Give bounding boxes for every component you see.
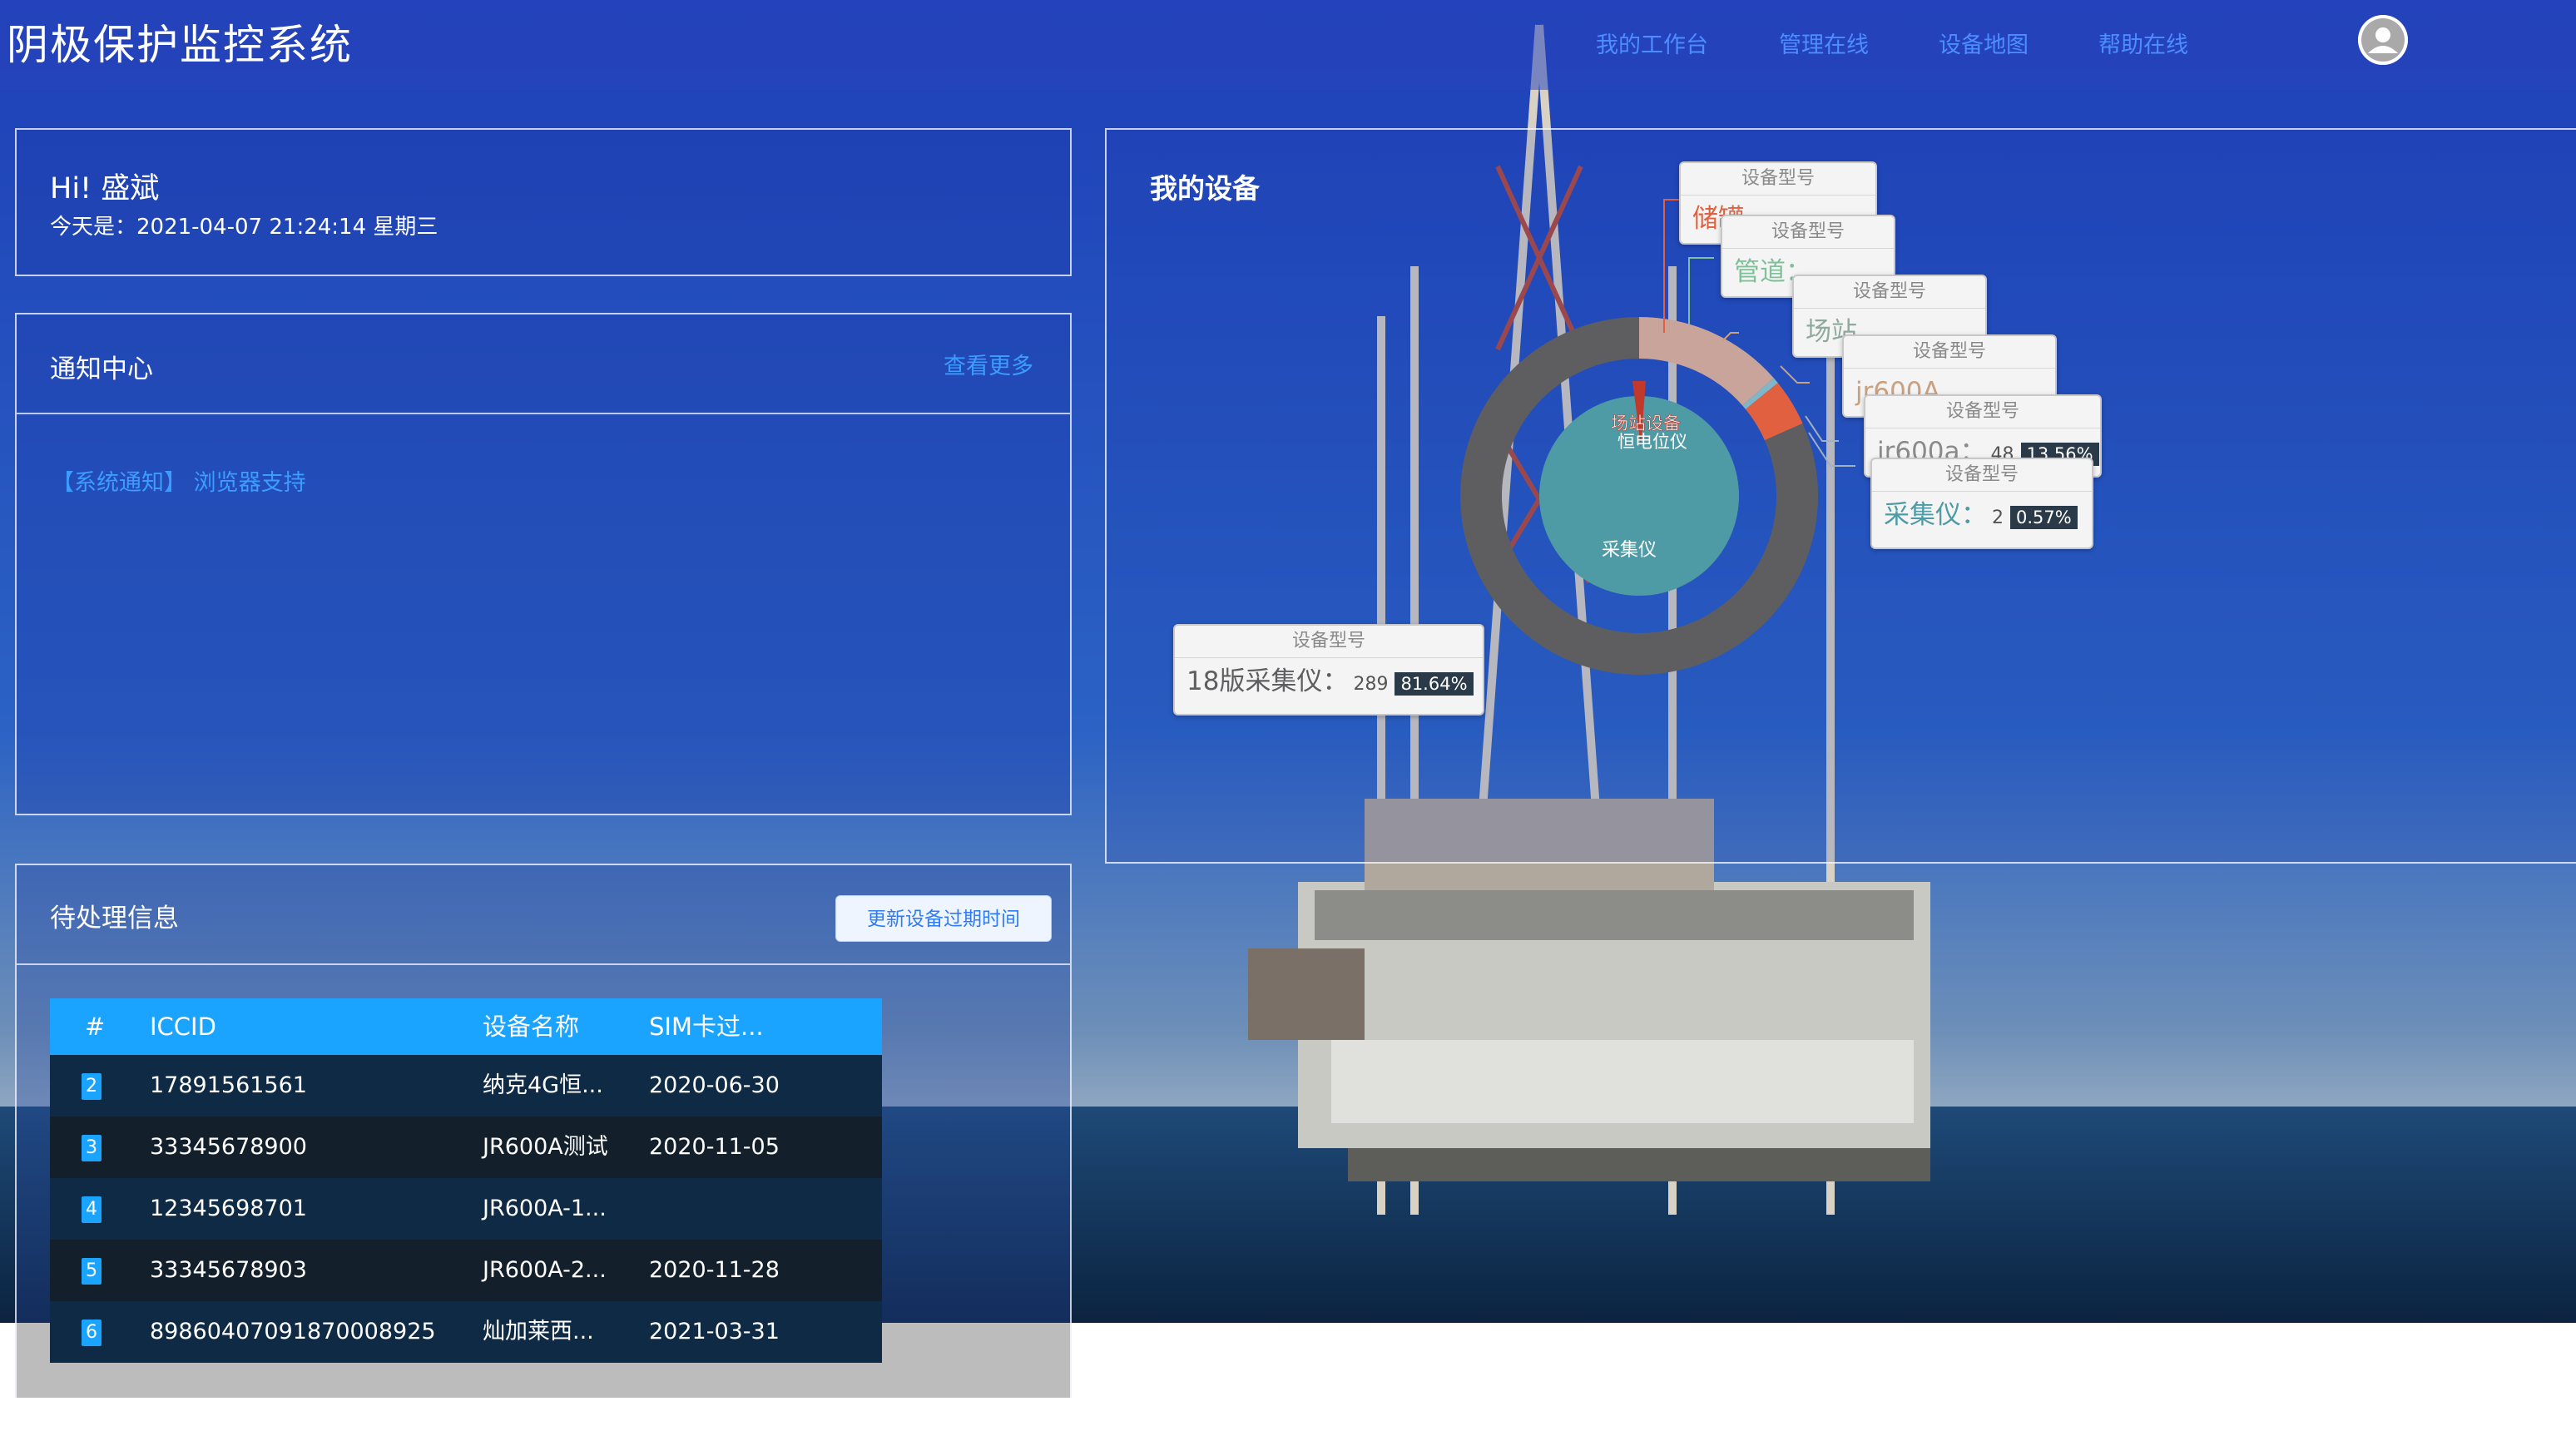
update-expiry-button[interactable]: 更新设备过期时间 bbox=[835, 895, 1052, 942]
table-row[interactable]: 5 33345678903 JR600A-2... 2020-11-28 bbox=[50, 1240, 882, 1301]
table-row[interactable]: 4 12345698701 JR600A-1... bbox=[50, 1178, 882, 1240]
row-device-name: JR600A-1... bbox=[483, 1196, 607, 1221]
tooltip-count: 289 bbox=[1353, 674, 1389, 695]
tooltip-header: 设备型号 bbox=[1844, 336, 2055, 369]
table-row[interactable]: 2 17891561561 纳克4G恒... 2020-06-30 bbox=[50, 1055, 882, 1117]
tooltip-percent: 0.57% bbox=[2010, 506, 2078, 529]
inner-label-collector: 采集仪 bbox=[1602, 540, 1657, 561]
notification-panel: 通知中心 查看更多 【系统通知】 浏览器支持 bbox=[15, 313, 1072, 815]
tooltip-header: 设备型号 bbox=[1722, 216, 1894, 249]
row-device-name: JR600A-2... bbox=[483, 1257, 607, 1283]
column-header-index: # bbox=[85, 1013, 106, 1041]
tooltip-name: 采集仪： bbox=[1884, 500, 1987, 530]
greeting-name: Hi! 盛斌 bbox=[50, 172, 160, 205]
table-row[interactable]: 3 33345678900 JR600A测试 2020-11-05 bbox=[50, 1117, 882, 1178]
row-sim-expiry: 2021-03-31 bbox=[649, 1319, 780, 1344]
table-row[interactable]: 6 89860407091870008925 灿加莱西... 2021-03-3… bbox=[50, 1301, 882, 1363]
view-more-link[interactable]: 查看更多 bbox=[944, 348, 1033, 380]
tooltip-header: 设备型号 bbox=[1681, 163, 1875, 196]
row-sim-expiry: 2020-11-05 bbox=[649, 1134, 780, 1160]
panel-divider bbox=[17, 963, 1070, 965]
row-index-badge: 4 bbox=[82, 1196, 102, 1223]
row-iccid: 17891561561 bbox=[150, 1072, 307, 1098]
row-iccid: 33345678903 bbox=[150, 1257, 307, 1283]
table-header: # ICCID 设备名称 SIM卡过... bbox=[50, 998, 882, 1055]
devices-title: 我的设备 bbox=[1150, 172, 1260, 205]
tooltip-name: 18版采集仪： bbox=[1186, 666, 1349, 696]
column-header-sim-expiry[interactable]: SIM卡过... bbox=[649, 998, 764, 1055]
row-iccid: 89860407091870008925 bbox=[150, 1319, 436, 1344]
top-header: 阴极保护监控系统 我的工作台 管理在线 设备地图 帮助在线 bbox=[0, 0, 2576, 90]
row-sim-expiry: 2020-11-28 bbox=[649, 1257, 780, 1283]
user-avatar-icon[interactable] bbox=[2358, 15, 2408, 65]
tooltip-header: 设备型号 bbox=[1794, 276, 1985, 309]
row-index-badge: 5 bbox=[82, 1258, 102, 1285]
panel-divider bbox=[17, 413, 1070, 414]
tooltip-device-type: 设备型号 18版采集仪： 289 81.64% bbox=[1173, 624, 1484, 716]
row-iccid: 12345698701 bbox=[150, 1196, 307, 1221]
notification-title: 通知中心 bbox=[50, 354, 153, 384]
column-header-iccid[interactable]: ICCID bbox=[150, 998, 216, 1055]
greeting-panel: Hi! 盛斌 今天是：2021-04-07 21:24:14 星期三 bbox=[15, 128, 1072, 276]
app-title: 阴极保护监控系统 bbox=[7, 21, 353, 69]
nav-my-workbench[interactable]: 我的工作台 bbox=[1596, 27, 1708, 59]
row-index-badge: 6 bbox=[82, 1320, 102, 1346]
notice-item[interactable]: 【系统通知】 浏览器支持 bbox=[52, 464, 306, 497]
row-sim-expiry: 2020-06-30 bbox=[649, 1072, 780, 1098]
tooltip-device-type: 设备型号 采集仪： 2 0.57% bbox=[1870, 458, 2093, 549]
row-device-name: 灿加莱西... bbox=[483, 1319, 594, 1344]
tooltip-header: 设备型号 bbox=[1872, 459, 2092, 492]
row-index-badge: 3 bbox=[82, 1135, 102, 1161]
column-header-device-name[interactable]: 设备名称 bbox=[483, 998, 579, 1055]
current-datetime: 今天是：2021-04-07 21:24:14 星期三 bbox=[50, 215, 438, 240]
row-index-badge: 2 bbox=[82, 1073, 102, 1100]
nav-management-online[interactable]: 管理在线 bbox=[1779, 27, 1869, 59]
row-iccid: 33345678900 bbox=[150, 1134, 307, 1160]
nav-help-online[interactable]: 帮助在线 bbox=[2098, 27, 2188, 59]
row-device-name: JR600A测试 bbox=[483, 1134, 608, 1160]
nav-device-map[interactable]: 设备地图 bbox=[1939, 27, 2029, 59]
tooltip-header: 设备型号 bbox=[1865, 396, 2100, 428]
row-device-name: 纳克4G恒... bbox=[483, 1072, 603, 1098]
tooltip-header: 设备型号 bbox=[1175, 626, 1483, 658]
tooltip-percent: 81.64% bbox=[1395, 672, 1474, 696]
pending-title: 待处理信息 bbox=[50, 904, 179, 933]
tooltip-count: 2 bbox=[1992, 508, 2004, 528]
